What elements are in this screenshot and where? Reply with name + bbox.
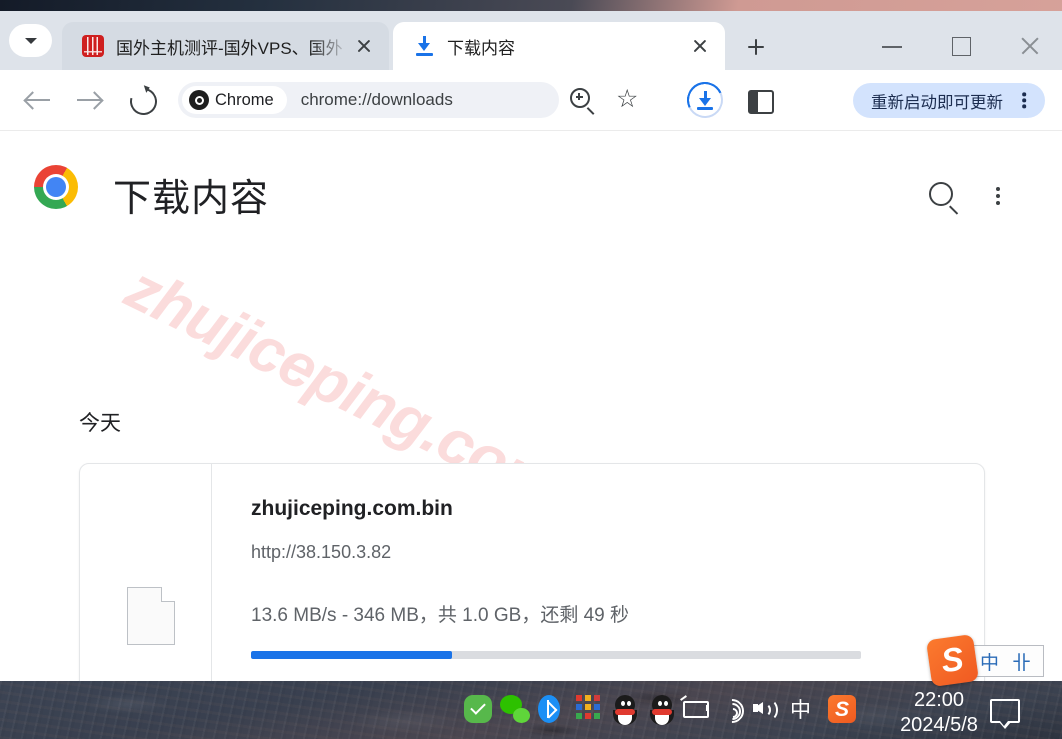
side-panel-icon [748,90,774,114]
update-label: 重新启动即可更新 [871,93,1003,112]
generic-file-icon [127,587,175,645]
taskbar-sogou-icon[interactable]: S [828,695,856,723]
tab-downloads[interactable]: 下载内容 [393,22,725,70]
browser-toolbar: Chrome chrome://downloads ☆ 重新启动即可更新 [0,70,1062,190]
tab-close-button[interactable] [685,31,715,61]
sogou-logo-letter: S [834,697,849,721]
taskbar-ime-indicator[interactable]: 中 [790,694,811,724]
ime-chinese-mode-button[interactable]: 中 [980,648,999,675]
side-panel-button[interactable] [743,84,775,116]
download-item-card[interactable]: zhujiceping.com.bin http://38.150.3.82 1… [79,463,985,681]
back-arrow-icon [26,99,50,101]
wifi-icon[interactable] [715,694,749,728]
clock-date: 2024/5/8 [900,714,978,736]
forward-arrow-icon [77,99,101,101]
window-minimize-button[interactable] [858,22,927,70]
battery-charging-icon[interactable] [680,695,709,721]
tab-strip: 国外主机测评-国外VPS、国外 下载内容 [0,11,1062,70]
bookmark-button[interactable]: ☆ [613,84,645,116]
taskbar-clock[interactable]: 22:00 2024/5/8 [894,689,984,737]
downloads-button[interactable] [681,76,729,124]
ime-status-bar[interactable]: 中 卝 [970,645,1044,677]
omnibox-chrome-chip: Chrome [182,86,287,114]
windows-taskbar: 中 S 22:00 2024/5/8 [0,681,1062,739]
zoom-in-button[interactable] [565,84,597,116]
zoom-in-icon [570,88,590,108]
window-close-button[interactable] [996,22,1062,70]
page-menu-button[interactable] [976,174,1020,218]
download-source-url[interactable]: http://38.150.3.82 [251,542,391,563]
wechat-icon[interactable] [500,695,530,723]
chevron-down-icon [24,37,37,44]
notification-balloon-icon[interactable] [990,699,1020,729]
ime-symbol-mode-button[interactable]: 卝 [1012,648,1031,675]
forward-button[interactable] [73,84,105,116]
download-progress-fill [251,651,453,659]
section-label-today: 今天 [79,412,121,435]
star-icon: ☆ [616,85,639,113]
address-bar[interactable]: Chrome chrome://downloads [178,82,559,118]
download-file-name: zhujiceping.com.bin [251,497,453,520]
download-icon [413,35,435,57]
tab-foreign-host-review[interactable]: 国外主机测评-国外VPS、国外 [62,22,389,70]
page-search-button[interactable] [920,174,964,218]
download-progress-bar [251,651,861,659]
chrome-mono-logo-icon [189,90,209,110]
reload-icon [125,83,162,120]
volume-icon[interactable] [752,695,778,721]
chrome-logo-icon [34,165,78,209]
tab-search-button[interactable] [9,24,52,57]
divider [211,464,212,681]
update-available-button[interactable]: 重新启动即可更新 [853,83,1045,118]
tab-title: 下载内容 [447,38,515,58]
bluetooth-icon[interactable] [538,695,560,723]
sogou-logo-icon[interactable]: S [925,633,980,688]
search-icon [929,182,953,206]
downloads-page-header: 下载内容 [0,130,1062,244]
qq-penguin-icon[interactable] [613,695,637,725]
sogou-logo-letter: S [938,639,966,680]
checkmark-icon[interactable] [464,695,492,723]
tab-close-button[interactable] [349,31,379,61]
chrome-browser-window: 国外主机测评-国外VPS、国外 下载内容 Chrome chrome://dow… [0,11,1062,681]
reload-button[interactable] [125,83,162,120]
clock-time: 22:00 [913,689,965,711]
new-tab-button[interactable] [739,30,773,64]
three-dot-menu-icon[interactable] [1009,86,1039,116]
tab-title: 国外主机测评-国外VPS、国外 [116,38,343,58]
back-button[interactable] [22,84,54,116]
page-title: 下载内容 [113,178,270,220]
color-grid-icon[interactable] [576,695,600,721]
window-maximize-button[interactable] [927,22,996,70]
download-status-text: 13.6 MB/s - 346 MB，共 1.0 GB，还剩 49 秒 [251,605,630,626]
omnibox-chip-label: Chrome [215,90,274,109]
qq-penguin-icon[interactable] [650,695,674,725]
downloads-page: 下载内容 今天 zhujiceping.com zhujiceping.com.… [0,130,1062,681]
omnibox-url-text: chrome://downloads [300,90,453,109]
red-site-icon [82,35,104,57]
